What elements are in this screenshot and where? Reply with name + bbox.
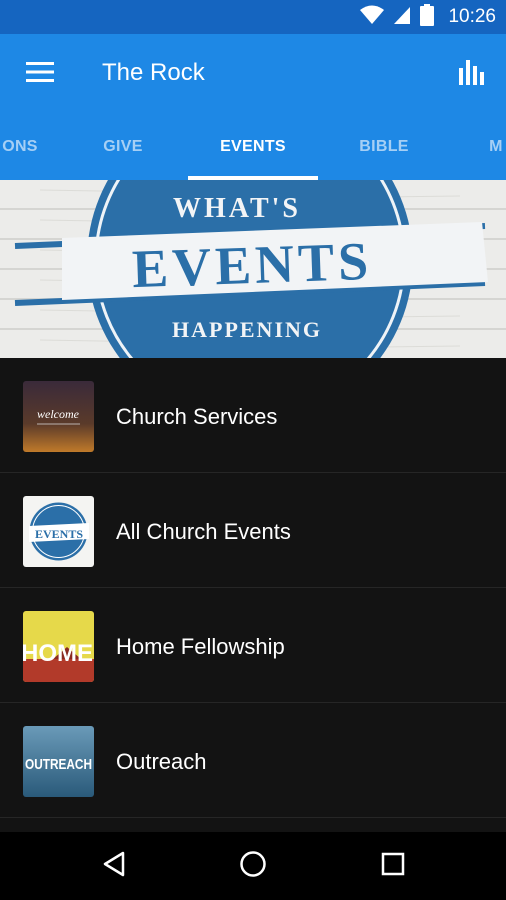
hamburger-menu-icon: [26, 61, 54, 88]
tab-ons[interactable]: ONS: [0, 114, 60, 180]
list-item-label: All Church Events: [116, 519, 291, 544]
home-thumbnail: HOME: [23, 611, 94, 682]
back-button[interactable]: [94, 846, 134, 886]
home-icon: [239, 850, 267, 883]
status-time: 10:26: [448, 6, 496, 27]
welcome-thumbnail: welcome: [23, 381, 94, 452]
list-item-church-services[interactable]: welcome Church Services: [0, 358, 506, 473]
banner-bottom-text: HAPPENING: [172, 317, 322, 342]
status-icons: 10:26: [360, 0, 496, 34]
app-title: The Rock: [102, 59, 205, 86]
signal-icon: [392, 5, 412, 30]
tab-more[interactable]: M: [476, 114, 506, 180]
back-icon: [102, 851, 126, 882]
list-item-label: Outreach: [116, 749, 207, 774]
thumb-events-text: EVENTS: [35, 527, 83, 541]
list-item-label: Church Services: [116, 404, 278, 429]
list-item-all-church-events[interactable]: EVENTS All Church Events: [0, 473, 506, 588]
bar-chart-icon: [458, 58, 486, 91]
thumb-home-text: HOME: [23, 640, 93, 667]
stats-button[interactable]: [452, 54, 492, 94]
events-banner-art: WHAT'S EVENTS HAPPENING: [0, 180, 506, 358]
tab-bible[interactable]: BIBLE: [340, 114, 428, 180]
home-button[interactable]: [233, 846, 273, 886]
status-bar: 10:26: [0, 0, 506, 34]
tab-give[interactable]: GIVE: [80, 114, 166, 180]
recents-icon: [381, 852, 405, 881]
tab-bar: ONS GIVE EVENTS BIBLE M: [0, 114, 506, 180]
outreach-thumbnail: OUTREACH: [23, 726, 94, 797]
app-bar: The Rock: [0, 34, 506, 114]
events-list: welcome Church Services EVENTS All Churc…: [0, 358, 506, 818]
recents-button[interactable]: [373, 846, 413, 886]
banner-main-text: EVENTS: [131, 231, 373, 299]
thumb-welcome-text: welcome: [37, 407, 80, 421]
list-item-outreach[interactable]: OUTREACH Outreach: [0, 703, 506, 818]
wifi-icon: [360, 5, 385, 30]
events-thumbnail: EVENTS: [23, 496, 94, 567]
thumb-outreach-text: OUTREACH: [25, 756, 92, 773]
events-banner: WHAT'S EVENTS HAPPENING: [0, 180, 506, 358]
battery-icon: [420, 3, 435, 31]
list-item-label: Home Fellowship: [116, 634, 285, 659]
menu-button[interactable]: [18, 56, 62, 92]
system-nav-bar: [0, 832, 506, 900]
banner-top-text: WHAT'S: [173, 193, 301, 224]
tab-events[interactable]: EVENTS: [188, 114, 318, 180]
list-item-home-fellowship[interactable]: HOME Home Fellowship: [0, 588, 506, 703]
